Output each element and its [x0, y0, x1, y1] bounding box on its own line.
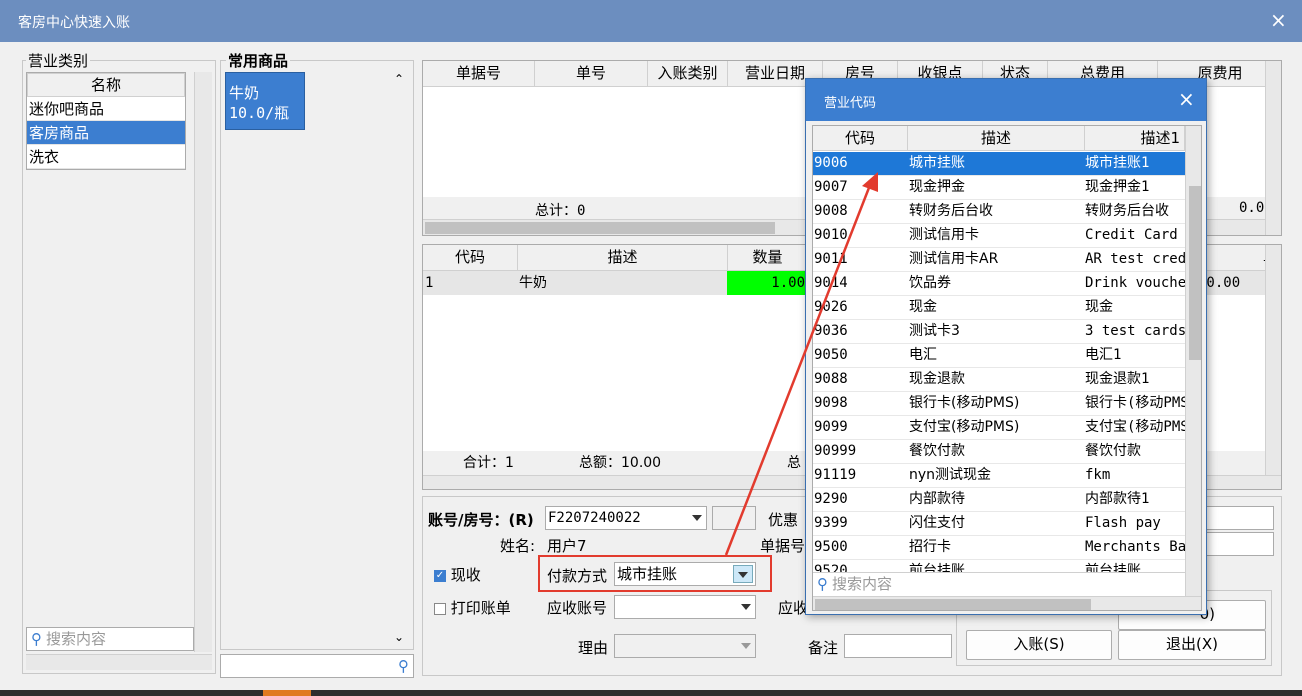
- taskbar-active: [263, 690, 311, 696]
- arrow-head: [862, 172, 878, 192]
- annotation-arrow: [724, 172, 878, 556]
- arrow-line: [724, 179, 874, 556]
- taskbar-edge: [0, 690, 1302, 696]
